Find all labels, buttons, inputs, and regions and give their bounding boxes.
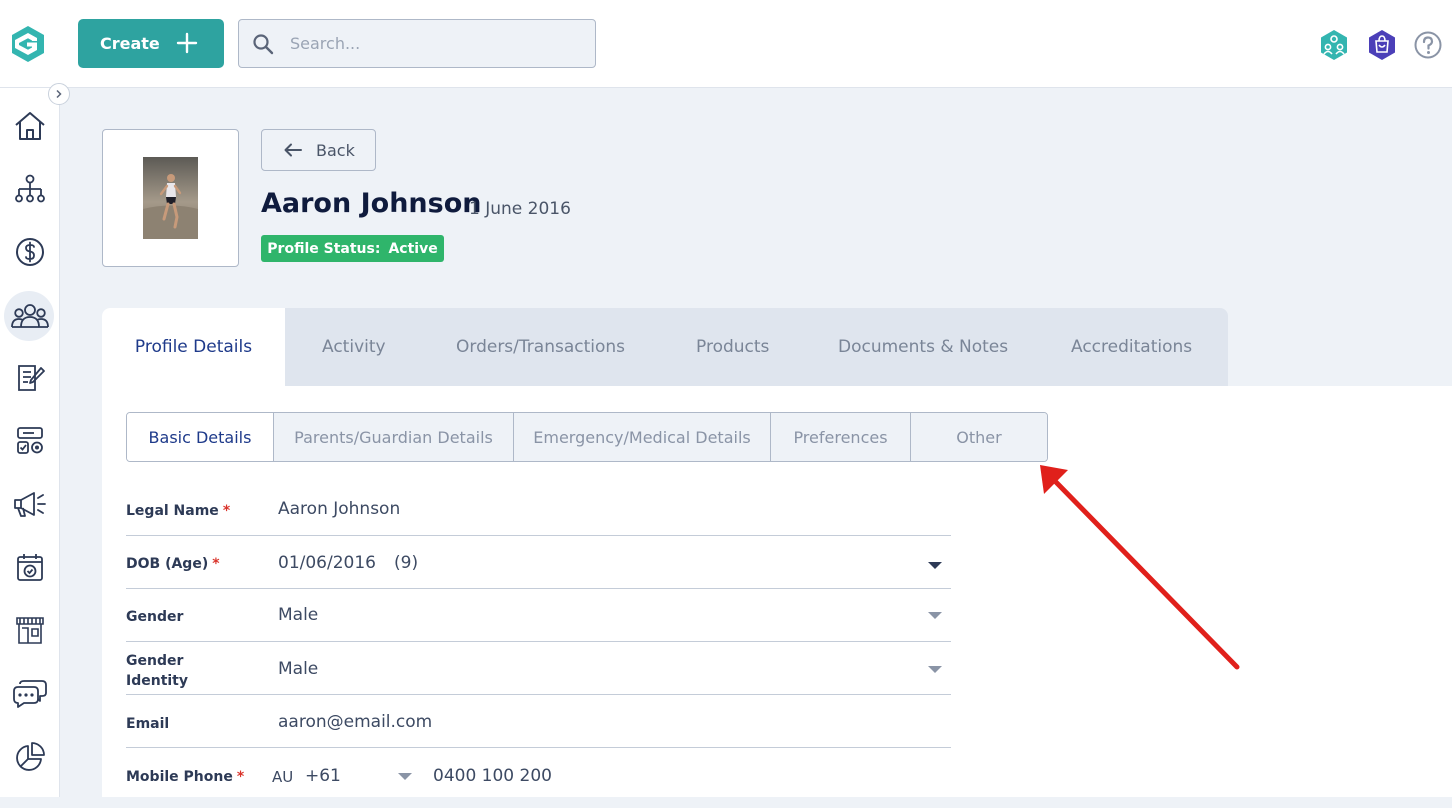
tab-orders-transactions[interactable]: Orders/Transactions xyxy=(456,308,625,386)
plus-icon xyxy=(176,32,198,54)
legal-name-label: Legal Name * xyxy=(126,503,231,519)
chat-icon xyxy=(12,680,47,708)
users-icon xyxy=(10,304,49,328)
mobile-label: Mobile Phone * xyxy=(126,769,245,785)
calendar-check-icon xyxy=(16,554,43,581)
chevron-right-icon xyxy=(56,89,62,99)
sidebar xyxy=(0,88,60,797)
dollar-icon xyxy=(15,238,44,266)
age-value: (9) xyxy=(394,553,419,573)
tab-activity[interactable]: Activity xyxy=(322,308,386,386)
gender-identity-dropdown-icon[interactable] xyxy=(928,666,942,673)
subtab-other[interactable]: Other xyxy=(910,413,1047,461)
gender-identity-label: Gender Identity xyxy=(126,653,189,689)
gender-select[interactable]: Male xyxy=(278,605,318,625)
sidebar-item-events[interactable] xyxy=(0,539,59,595)
megaphone-icon xyxy=(13,492,46,517)
sidebar-item-home[interactable] xyxy=(0,98,59,154)
mobile-number-field[interactable]: 0400 100 200 xyxy=(433,766,552,786)
tab-profile-details[interactable]: Profile Details xyxy=(102,308,285,386)
sidebar-expand-button[interactable] xyxy=(48,83,70,105)
email-label: Email xyxy=(126,716,170,732)
back-label: Back xyxy=(316,140,355,160)
shop-icon[interactable] xyxy=(1366,29,1398,61)
sidebar-item-registration[interactable] xyxy=(0,350,59,406)
dial-code-dropdown-icon[interactable] xyxy=(398,773,412,780)
subtab-preferences[interactable]: Preferences xyxy=(770,413,910,461)
status-label: Profile Status: xyxy=(267,240,381,257)
search-input[interactable] xyxy=(288,33,572,54)
legal-name-field[interactable]: Aaron Johnson xyxy=(278,499,400,519)
sidebar-item-organisation[interactable] xyxy=(0,161,59,217)
org-chart-icon xyxy=(14,174,45,203)
dob-row: DOB (Age) * 01/06/2016 (9) xyxy=(126,536,951,589)
gender-label: Gender xyxy=(126,609,184,625)
email-field[interactable]: aaron@email.com xyxy=(278,712,432,732)
shop-front-icon xyxy=(15,617,44,644)
dob-field[interactable]: 01/06/2016 xyxy=(278,553,376,573)
status-value: Active xyxy=(388,240,438,257)
sidebar-item-users[interactable] xyxy=(0,288,59,344)
arrow-left-icon xyxy=(284,143,302,157)
app-logo[interactable] xyxy=(8,24,48,64)
gender-identity-select[interactable]: Male xyxy=(278,659,318,679)
sidebar-item-communications[interactable] xyxy=(0,476,59,532)
create-label: Create xyxy=(100,34,160,53)
gender-dropdown-icon[interactable] xyxy=(928,612,942,619)
gender-identity-row: Gender Identity Male xyxy=(126,642,951,695)
tab-accreditations[interactable]: Accreditations xyxy=(1071,308,1192,386)
form-icon xyxy=(17,365,45,391)
subtab-parents-guardian[interactable]: Parents/Guardian Details xyxy=(273,413,513,461)
sidebar-item-messages[interactable] xyxy=(0,666,59,722)
team-icon[interactable] xyxy=(1318,29,1350,61)
mobile-row: Mobile Phone * AU +61 0400 100 200 xyxy=(126,748,951,808)
dob-dropdown-icon[interactable] xyxy=(928,562,942,569)
sidebar-item-shop[interactable] xyxy=(0,602,59,658)
profile-name: Aaron Johnson xyxy=(261,188,482,219)
email-row: Email aaron@email.com xyxy=(126,695,951,748)
search-box[interactable] xyxy=(238,19,596,68)
gender-row: Gender Male xyxy=(126,589,951,642)
pie-chart-icon xyxy=(15,742,45,771)
detail-subtabs: Basic Details Parents/Guardian Details E… xyxy=(126,412,1048,462)
profile-photo xyxy=(143,157,198,239)
legal-name-row: Legal Name * Aaron Johnson xyxy=(126,484,951,536)
create-button[interactable]: Create xyxy=(78,19,224,68)
sidebar-item-competitions[interactable] xyxy=(0,413,59,469)
top-bar: Create xyxy=(0,0,1452,88)
country-code-label: AU xyxy=(272,768,294,786)
profile-tabs: Profile Details Activity Orders/Transact… xyxy=(102,308,1228,386)
search-icon xyxy=(253,33,274,54)
sidebar-item-reports[interactable] xyxy=(0,729,59,785)
back-button[interactable]: Back xyxy=(261,129,376,171)
dob-label: DOB (Age) * xyxy=(126,556,220,572)
subtab-basic-details[interactable]: Basic Details xyxy=(127,413,273,461)
competition-icon xyxy=(16,427,43,454)
help-icon[interactable] xyxy=(1413,29,1443,61)
dial-code-select[interactable]: +61 xyxy=(305,766,341,786)
sidebar-item-finance[interactable] xyxy=(0,224,59,280)
tab-products[interactable]: Products xyxy=(696,308,769,386)
subtab-emergency-medical[interactable]: Emergency/Medical Details xyxy=(513,413,770,461)
status-badge: Profile Status: Active xyxy=(261,235,444,262)
profile-date: 1 June 2016 xyxy=(469,199,571,219)
profile-photo-frame[interactable] xyxy=(102,129,239,267)
tab-documents-notes[interactable]: Documents & Notes xyxy=(838,308,1008,386)
home-icon xyxy=(14,112,45,140)
